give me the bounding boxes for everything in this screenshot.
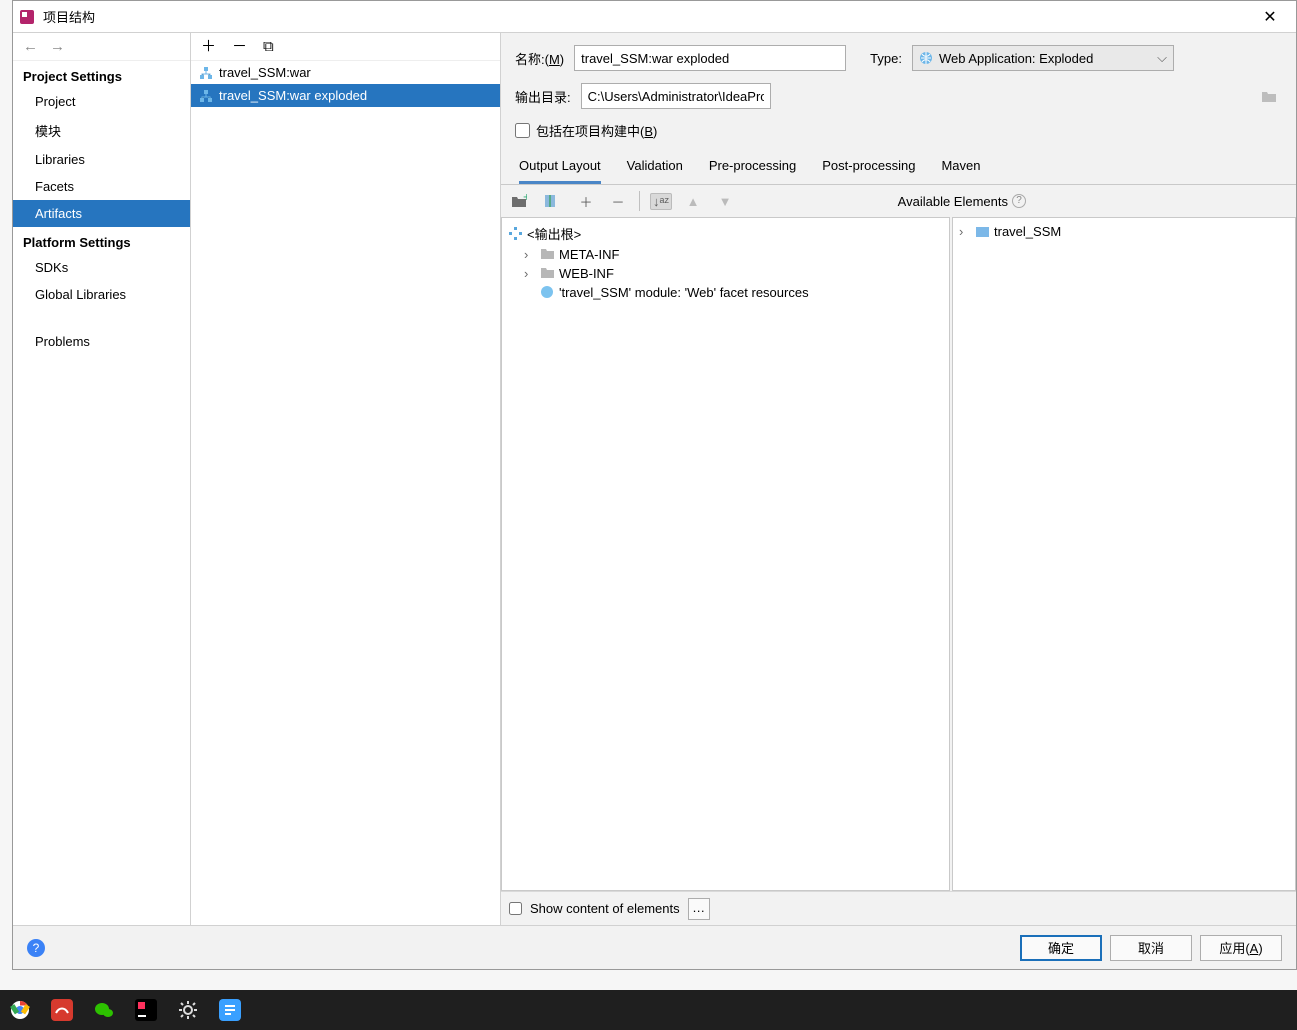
window-title: 项目结构: [43, 7, 1250, 26]
available-elements-tree[interactable]: › travel_SSM: [952, 217, 1296, 891]
artifact-toolbar: ＋ － ⧉: [191, 33, 500, 61]
remove-item-icon[interactable]: －: [607, 192, 629, 211]
facet-resources[interactable]: 'travel_SSM' module: 'Web' facet resourc…: [502, 283, 949, 302]
folder-icon: [540, 247, 555, 262]
tab-output-layout[interactable]: Output Layout: [519, 150, 601, 184]
app-icon: [19, 9, 35, 25]
tab-pre-processing[interactable]: Pre-processing: [709, 150, 796, 184]
apply-button: 应用(A): [1200, 935, 1282, 961]
taskbar-idea-icon[interactable]: [132, 996, 160, 1024]
web-icon: [919, 51, 933, 65]
sidebar-item-artifacts[interactable]: Artifacts: [13, 200, 190, 227]
dialog-buttons: ? 确定 取消 应用(A): [13, 925, 1296, 969]
folder-icon: [540, 266, 555, 281]
sidebar-item-libraries[interactable]: Libraries: [13, 146, 190, 173]
include-in-build-input[interactable]: [515, 123, 530, 138]
chevron-down-icon: ⌵: [1157, 50, 1167, 66]
output-root[interactable]: <输出根>: [502, 222, 949, 245]
move-down-icon[interactable]: ▼: [714, 194, 736, 209]
artifact-detail-pane: 名称:(M) Type: Web Application: Exploded ⌵…: [501, 33, 1296, 925]
root-icon: [508, 226, 523, 241]
show-content-checkbox[interactable]: [509, 902, 522, 915]
ok-button[interactable]: 确定: [1020, 935, 1102, 961]
section-platform-settings: Platform Settings: [13, 227, 190, 254]
sidebar-item-problems[interactable]: Problems: [13, 328, 190, 355]
type-combo[interactable]: Web Application: Exploded ⌵: [912, 45, 1174, 71]
taskbar-app6-icon[interactable]: [216, 996, 244, 1024]
expand-icon[interactable]: ›: [524, 266, 536, 281]
artifact-item[interactable]: travel_SSM:war exploded: [191, 84, 500, 107]
nav-tools: ← →: [13, 33, 190, 61]
tab-post-processing[interactable]: Post-processing: [822, 150, 915, 184]
output-dir-label: 输出目录:: [515, 87, 571, 106]
include-in-build-label: 包括在项目构建中(B): [536, 121, 657, 140]
artifact-icon: [199, 89, 213, 103]
name-label: 名称:(M): [515, 49, 564, 68]
layout-trees: <输出根> ›META-INF›WEB-INF 'travel_SSM' mod…: [501, 217, 1296, 891]
taskbar-app2-icon[interactable]: [48, 996, 76, 1024]
copy-icon[interactable]: ⧉: [263, 39, 274, 54]
include-in-build-checkbox[interactable]: 包括在项目构建中(B): [515, 121, 1282, 140]
taskbar-wechat-icon[interactable]: [90, 996, 118, 1024]
remove-icon[interactable]: －: [232, 39, 247, 54]
layout-toolbar: + ＋ － ↓ᵃᶻ ▲ ▼ Available Elements ?: [501, 185, 1296, 217]
add-copy-icon[interactable]: ＋: [575, 192, 597, 211]
close-icon[interactable]: ✕: [1250, 7, 1290, 27]
help-icon[interactable]: ?: [27, 939, 45, 957]
module-icon: [975, 224, 990, 239]
web-facet-icon: [540, 285, 555, 300]
type-value: Web Application: Exploded: [939, 51, 1151, 66]
folder-meta-inf[interactable]: ›META-INF: [502, 245, 949, 264]
dialog-body: ← → Project Settings Project模块LibrariesF…: [13, 33, 1296, 925]
browse-icon[interactable]: [1258, 85, 1280, 107]
taskbar-chrome-icon[interactable]: [6, 996, 34, 1024]
available-item[interactable]: › travel_SSM: [953, 222, 1295, 241]
taskbar: [0, 990, 1297, 1030]
expand-icon[interactable]: ›: [524, 247, 536, 262]
titlebar: 项目结构 ✕: [13, 1, 1296, 33]
artifact-item[interactable]: travel_SSM:war: [191, 61, 500, 84]
move-up-icon[interactable]: ▲: [682, 194, 704, 209]
available-elements-header: Available Elements ?: [898, 194, 1286, 209]
folder-web-inf[interactable]: ›WEB-INF: [502, 264, 949, 283]
output-tree[interactable]: <输出根> ›META-INF›WEB-INF 'travel_SSM' mod…: [501, 217, 950, 891]
sidebar-item-global-libraries[interactable]: Global Libraries: [13, 281, 190, 308]
artifact-icon: [199, 66, 213, 80]
tab-maven[interactable]: Maven: [941, 150, 980, 184]
add-icon[interactable]: ＋: [201, 39, 216, 54]
footer-options: Show content of elements …: [501, 891, 1296, 925]
back-icon[interactable]: ←: [23, 38, 38, 55]
name-input[interactable]: [574, 45, 846, 71]
output-dir-input[interactable]: [581, 83, 771, 109]
tabs: Output Layout Validation Pre-processing Pos…: [501, 150, 1296, 185]
artifact-list-pane: ＋ － ⧉ travel_SSM:wartravel_SSM:war explo…: [191, 33, 501, 925]
expand-icon[interactable]: ›: [959, 224, 971, 239]
type-label: Type:: [870, 51, 902, 66]
sort-icon[interactable]: ↓ᵃᶻ: [650, 193, 672, 210]
new-archive-icon[interactable]: [543, 194, 565, 208]
project-structure-dialog: 项目结构 ✕ ← → Project Settings Project模块Lib…: [12, 0, 1297, 970]
more-options-button[interactable]: …: [688, 898, 710, 920]
help-hint-icon[interactable]: ?: [1012, 194, 1026, 208]
tab-validation[interactable]: Validation: [627, 150, 683, 184]
sidebar-item-project[interactable]: Project: [13, 88, 190, 115]
cancel-button[interactable]: 取消: [1110, 935, 1192, 961]
sidebar-item-facets[interactable]: Facets: [13, 173, 190, 200]
section-project-settings: Project Settings: [13, 61, 190, 88]
sidebar: ← → Project Settings Project模块LibrariesF…: [13, 33, 191, 925]
show-content-label: Show content of elements: [530, 901, 680, 916]
taskbar-settings-icon[interactable]: [174, 996, 202, 1024]
new-folder-icon[interactable]: +: [511, 194, 533, 208]
forward-icon[interactable]: →: [50, 38, 65, 55]
svg-text:+: +: [523, 194, 527, 204]
sidebar-item-sdks[interactable]: SDKs: [13, 254, 190, 281]
sidebar-item-模块[interactable]: 模块: [13, 115, 190, 146]
